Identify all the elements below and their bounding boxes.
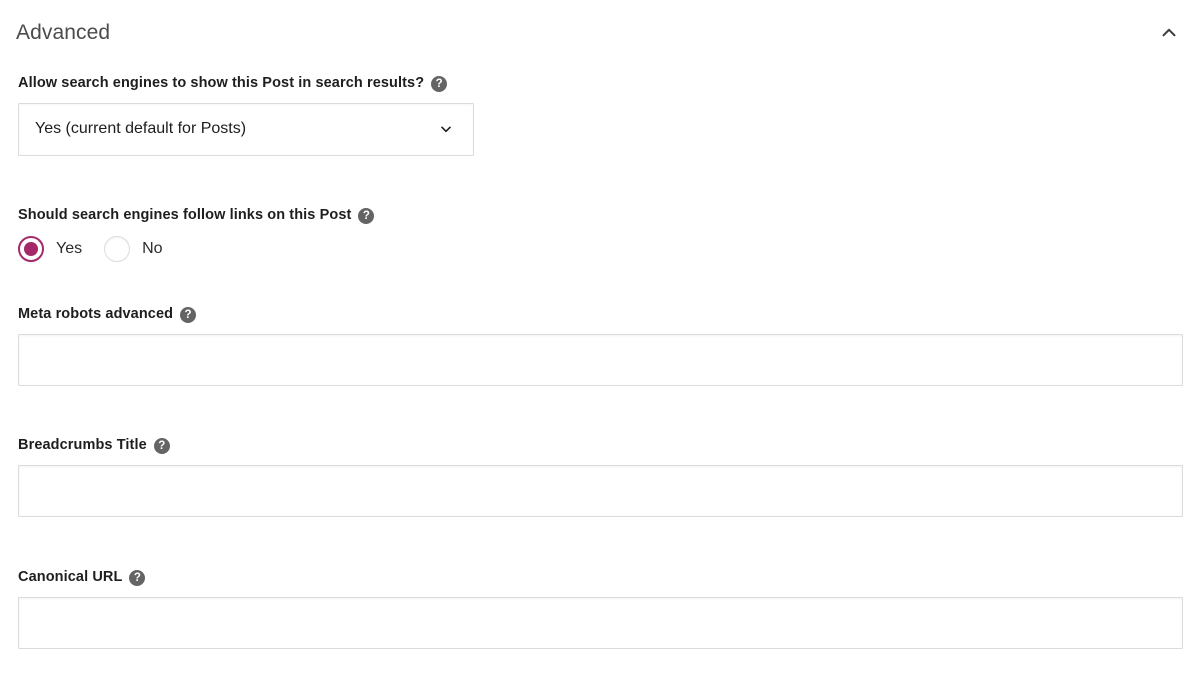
- help-circle-icon[interactable]: ?: [358, 208, 374, 224]
- label-text: Allow search engines to show this Post i…: [18, 74, 424, 93]
- field-label-meta-robots-advanced: Meta robots advanced ?: [18, 305, 1183, 324]
- field-meta-robots-advanced: Meta robots advanced ?: [18, 305, 1183, 386]
- index-select-wrapper: Yes (current default for Posts): [18, 103, 474, 156]
- field-should-search-engines-follow: Should search engines follow links on th…: [18, 206, 374, 262]
- label-text: Meta robots advanced: [18, 305, 173, 324]
- help-circle-icon[interactable]: ?: [180, 307, 196, 323]
- radio-indicator-yes[interactable]: [18, 236, 44, 262]
- field-label-canonical-url: Canonical URL ?: [18, 568, 1183, 587]
- label-text: Canonical URL: [18, 568, 122, 587]
- meta-robots-advanced-input[interactable]: [18, 334, 1183, 386]
- field-breadcrumbs-title: Breadcrumbs Title ?: [18, 436, 1183, 517]
- page-title: Advanced: [16, 21, 110, 44]
- label-text: Breadcrumbs Title: [18, 436, 147, 455]
- radio-indicator-no[interactable]: [104, 236, 130, 262]
- radio-label-yes: Yes: [56, 241, 82, 257]
- field-allow-search-engines-index: Allow search engines to show this Post i…: [18, 74, 474, 156]
- field-label-breadcrumbs-title: Breadcrumbs Title ?: [18, 436, 1183, 455]
- field-label-follow: Should search engines follow links on th…: [18, 206, 374, 225]
- help-circle-icon[interactable]: ?: [129, 570, 145, 586]
- radio-option-yes[interactable]: Yes: [18, 236, 82, 262]
- follow-radio-group: Yes No: [18, 236, 374, 262]
- advanced-panel-header-toggle[interactable]: Advanced: [16, 14, 1184, 52]
- help-circle-icon[interactable]: ?: [431, 76, 447, 92]
- breadcrumbs-title-input[interactable]: [18, 465, 1183, 517]
- field-canonical-url: Canonical URL ?: [18, 568, 1183, 649]
- radio-label-no: No: [142, 241, 162, 257]
- field-label-index: Allow search engines to show this Post i…: [18, 74, 474, 93]
- advanced-seo-panel: Advanced Allow search engines to show th…: [0, 0, 1200, 684]
- index-select[interactable]: Yes (current default for Posts): [18, 103, 474, 156]
- chevron-up-icon[interactable]: [1156, 20, 1182, 46]
- radio-option-no[interactable]: No: [104, 236, 162, 262]
- canonical-url-input[interactable]: [18, 597, 1183, 649]
- help-circle-icon[interactable]: ?: [154, 438, 170, 454]
- label-text: Should search engines follow links on th…: [18, 206, 351, 225]
